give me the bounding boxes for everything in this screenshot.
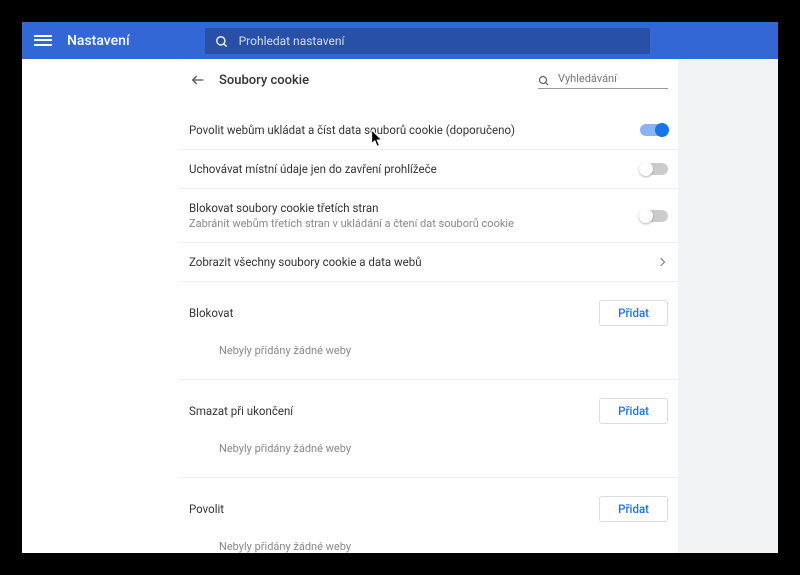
section-title: Povolit <box>189 502 599 516</box>
setting-sublabel: Zabránit webům třetích stran v ukládání … <box>189 217 640 230</box>
header-search-input[interactable] <box>239 34 640 48</box>
back-arrow-icon[interactable] <box>189 71 207 89</box>
search-icon <box>215 34 229 48</box>
setting-row-block-third-party: Blokovat soubory cookie třetích stran Za… <box>179 188 678 242</box>
add-allow-button[interactable]: Přidat <box>599 496 668 522</box>
block-empty-text: Nebyly přidány žádné weby <box>179 330 678 379</box>
page-search-input[interactable] <box>558 72 668 85</box>
add-block-button[interactable]: Přidat <box>599 300 668 326</box>
body: Soubory cookie Povolit webům ukládat a č… <box>22 59 778 553</box>
toggle-keep-until-close[interactable] <box>640 163 668 175</box>
page-search-field[interactable] <box>538 72 668 89</box>
toggle-allow-cookies[interactable] <box>640 124 668 136</box>
setting-label: Uchovávat místní údaje jen do zavření pr… <box>189 162 640 176</box>
toggle-block-third-party[interactable] <box>640 210 668 222</box>
section-block: Blokovat Přidat <box>179 281 678 330</box>
allow-empty-text: Nebyly přidány žádné weby <box>179 526 678 553</box>
settings-window: Nastavení Soubory cookie <box>22 22 778 553</box>
app-header: Nastavení <box>22 22 778 59</box>
sidebar <box>22 59 179 553</box>
header-search-bar[interactable] <box>205 28 650 54</box>
search-icon <box>538 72 552 86</box>
clear-on-exit-empty-text: Nebyly přidány žádné weby <box>179 428 678 477</box>
section-allow: Povolit Přidat <box>179 477 678 526</box>
setting-row-keep-until-close: Uchovávat místní údaje jen do zavření pr… <box>179 149 678 188</box>
section-title: Blokovat <box>189 306 599 320</box>
cookies-card: Soubory cookie Povolit webům ukládat a č… <box>179 59 678 553</box>
app-title: Nastavení <box>67 33 130 49</box>
chevron-right-icon <box>657 258 665 266</box>
setting-row-allow-cookies: Povolit webům ukládat a číst data soubor… <box>179 101 678 149</box>
page-title: Soubory cookie <box>219 73 309 88</box>
section-clear-on-exit: Smazat při ukončení Přidat <box>179 379 678 428</box>
card-header: Soubory cookie <box>179 59 678 101</box>
setting-label: Povolit webům ukládat a číst data soubor… <box>189 123 640 137</box>
section-title: Smazat při ukončení <box>189 404 599 418</box>
setting-label: Zobrazit všechny soubory cookie a data w… <box>189 255 658 269</box>
main-content: Soubory cookie Povolit webům ukládat a č… <box>179 59 778 553</box>
setting-row-show-all[interactable]: Zobrazit všechny soubory cookie a data w… <box>179 242 678 281</box>
hamburger-menu-icon[interactable] <box>34 32 52 50</box>
setting-label: Blokovat soubory cookie třetích stran <box>189 201 640 215</box>
add-clear-on-exit-button[interactable]: Přidat <box>599 398 668 424</box>
